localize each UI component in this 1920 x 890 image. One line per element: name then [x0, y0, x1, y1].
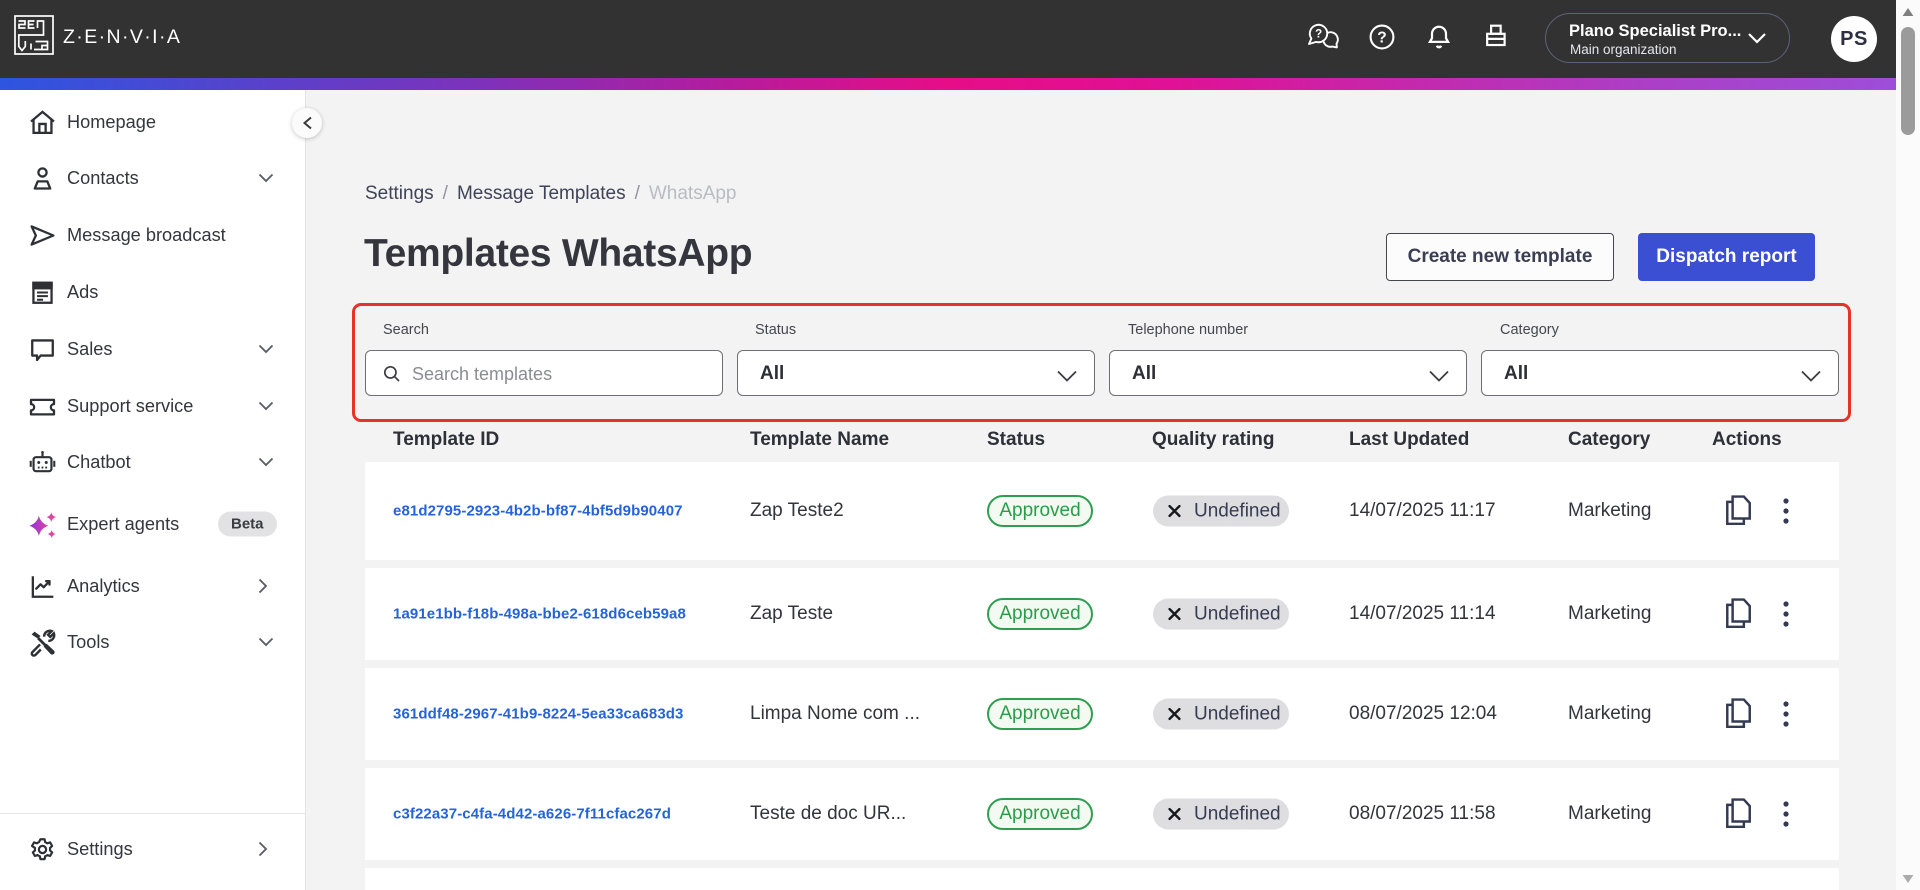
- svg-text:?: ?: [1377, 30, 1386, 47]
- svg-text:?: ?: [1315, 29, 1322, 41]
